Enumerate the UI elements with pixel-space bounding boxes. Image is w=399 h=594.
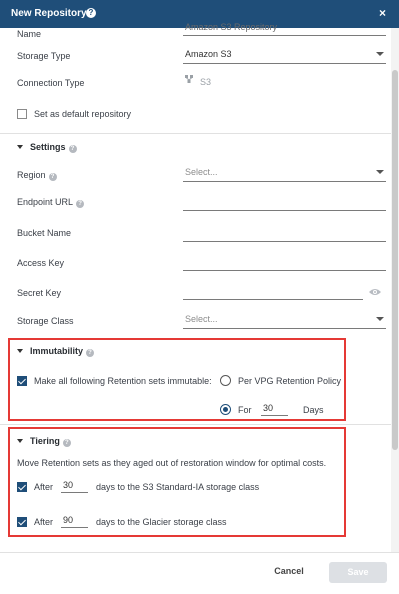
for-label: For — [238, 405, 252, 415]
collapse-triangle-icon — [17, 349, 23, 353]
collapse-triangle-icon — [17, 145, 23, 149]
settings-title: Settings — [30, 142, 66, 152]
default-repository-checkbox[interactable] — [17, 109, 27, 119]
bucket-name-input[interactable] — [183, 225, 386, 242]
endpoint-url-label-text: Endpoint URL — [17, 197, 74, 207]
help-icon[interactable]: ? — [62, 439, 71, 447]
days-label: Days — [303, 405, 324, 415]
access-key-label: Access Key — [17, 258, 65, 268]
storage-class-select[interactable]: Select... — [183, 312, 386, 329]
tiering-title: Tiering — [30, 436, 60, 446]
divider — [0, 133, 391, 134]
storage-type-select[interactable]: Amazon S3 — [183, 47, 386, 64]
chevron-down-icon — [376, 52, 384, 56]
help-icon[interactable]: ? — [68, 145, 77, 153]
tiering-row1-suffix: days to the S3 Standard-IA storage class — [96, 482, 260, 492]
name-label: Name — [17, 29, 42, 39]
secret-key-input[interactable] — [183, 283, 363, 300]
storage-class-label: Storage Class — [17, 316, 74, 326]
region-label: Region? — [17, 170, 57, 181]
default-repository-label: Set as default repository — [34, 109, 132, 119]
help-icon[interactable]: ? — [86, 8, 96, 18]
connection-type-label: Connection Type — [17, 78, 85, 88]
tiering-description: Move Retention sets as they aged out of … — [17, 458, 327, 468]
storage-type-value: Amazon S3 — [185, 49, 232, 59]
help-icon[interactable]: ? — [48, 173, 57, 181]
save-button[interactable]: Save — [329, 562, 387, 583]
tiering-row2-after-label: After — [34, 517, 54, 527]
cancel-button[interactable]: Cancel — [268, 566, 310, 580]
help-icon[interactable]: ? — [76, 200, 85, 208]
region-label-text: Region — [17, 170, 46, 180]
connection-type-value: S3 — [200, 77, 212, 87]
secret-key-label: Secret Key — [17, 288, 62, 298]
tiering-row1-after-label: After — [34, 482, 54, 492]
scrollbar-thumb[interactable] — [392, 70, 398, 450]
make-immutable-label: Make all following Retention sets immuta… — [34, 376, 212, 386]
immutability-title: Immutability — [30, 346, 84, 356]
endpoint-url-input[interactable] — [183, 194, 386, 211]
eye-icon[interactable] — [368, 287, 382, 299]
close-icon[interactable]: × — [379, 6, 386, 20]
help-icon[interactable]: ? — [86, 349, 95, 357]
divider — [0, 424, 391, 425]
storage-class-placeholder: Select... — [185, 314, 218, 324]
per-vpg-radio[interactable] — [220, 375, 231, 386]
footer-divider — [0, 552, 399, 553]
tiering-standard-ia-checkbox[interactable] — [17, 482, 27, 492]
make-immutable-checkbox[interactable] — [17, 376, 27, 386]
storage-type-label: Storage Type — [17, 51, 71, 61]
endpoint-url-label: Endpoint URL? — [17, 197, 85, 208]
tiering-row2-suffix: days to the Glacier storage class — [96, 517, 227, 527]
collapse-triangle-icon — [17, 439, 23, 443]
tiering-standard-ia-days-input[interactable]: 30 — [61, 479, 88, 493]
region-placeholder: Select... — [185, 167, 218, 177]
region-select[interactable]: Select... — [183, 165, 386, 182]
settings-section-header[interactable]: Settings? — [17, 142, 77, 153]
dialog-title: New Repository — [11, 8, 87, 19]
name-input[interactable]: Amazon S3 Repository — [183, 20, 386, 36]
tiering-glacier-checkbox[interactable] — [17, 517, 27, 527]
immutability-section-header[interactable]: Immutability? — [17, 346, 95, 357]
for-days-radio[interactable] — [220, 404, 231, 415]
tiering-glacier-days-input[interactable]: 90 — [61, 514, 88, 528]
s3-connection-icon — [184, 74, 196, 88]
chevron-down-icon — [376, 317, 384, 321]
per-vpg-label: Per VPG Retention Policy — [238, 376, 342, 386]
chevron-down-icon — [376, 170, 384, 174]
bucket-name-label: Bucket Name — [17, 228, 72, 238]
access-key-input[interactable] — [183, 254, 386, 271]
immutability-days-input[interactable]: 30 — [261, 402, 288, 416]
tiering-section-header[interactable]: Tiering? — [17, 436, 71, 447]
